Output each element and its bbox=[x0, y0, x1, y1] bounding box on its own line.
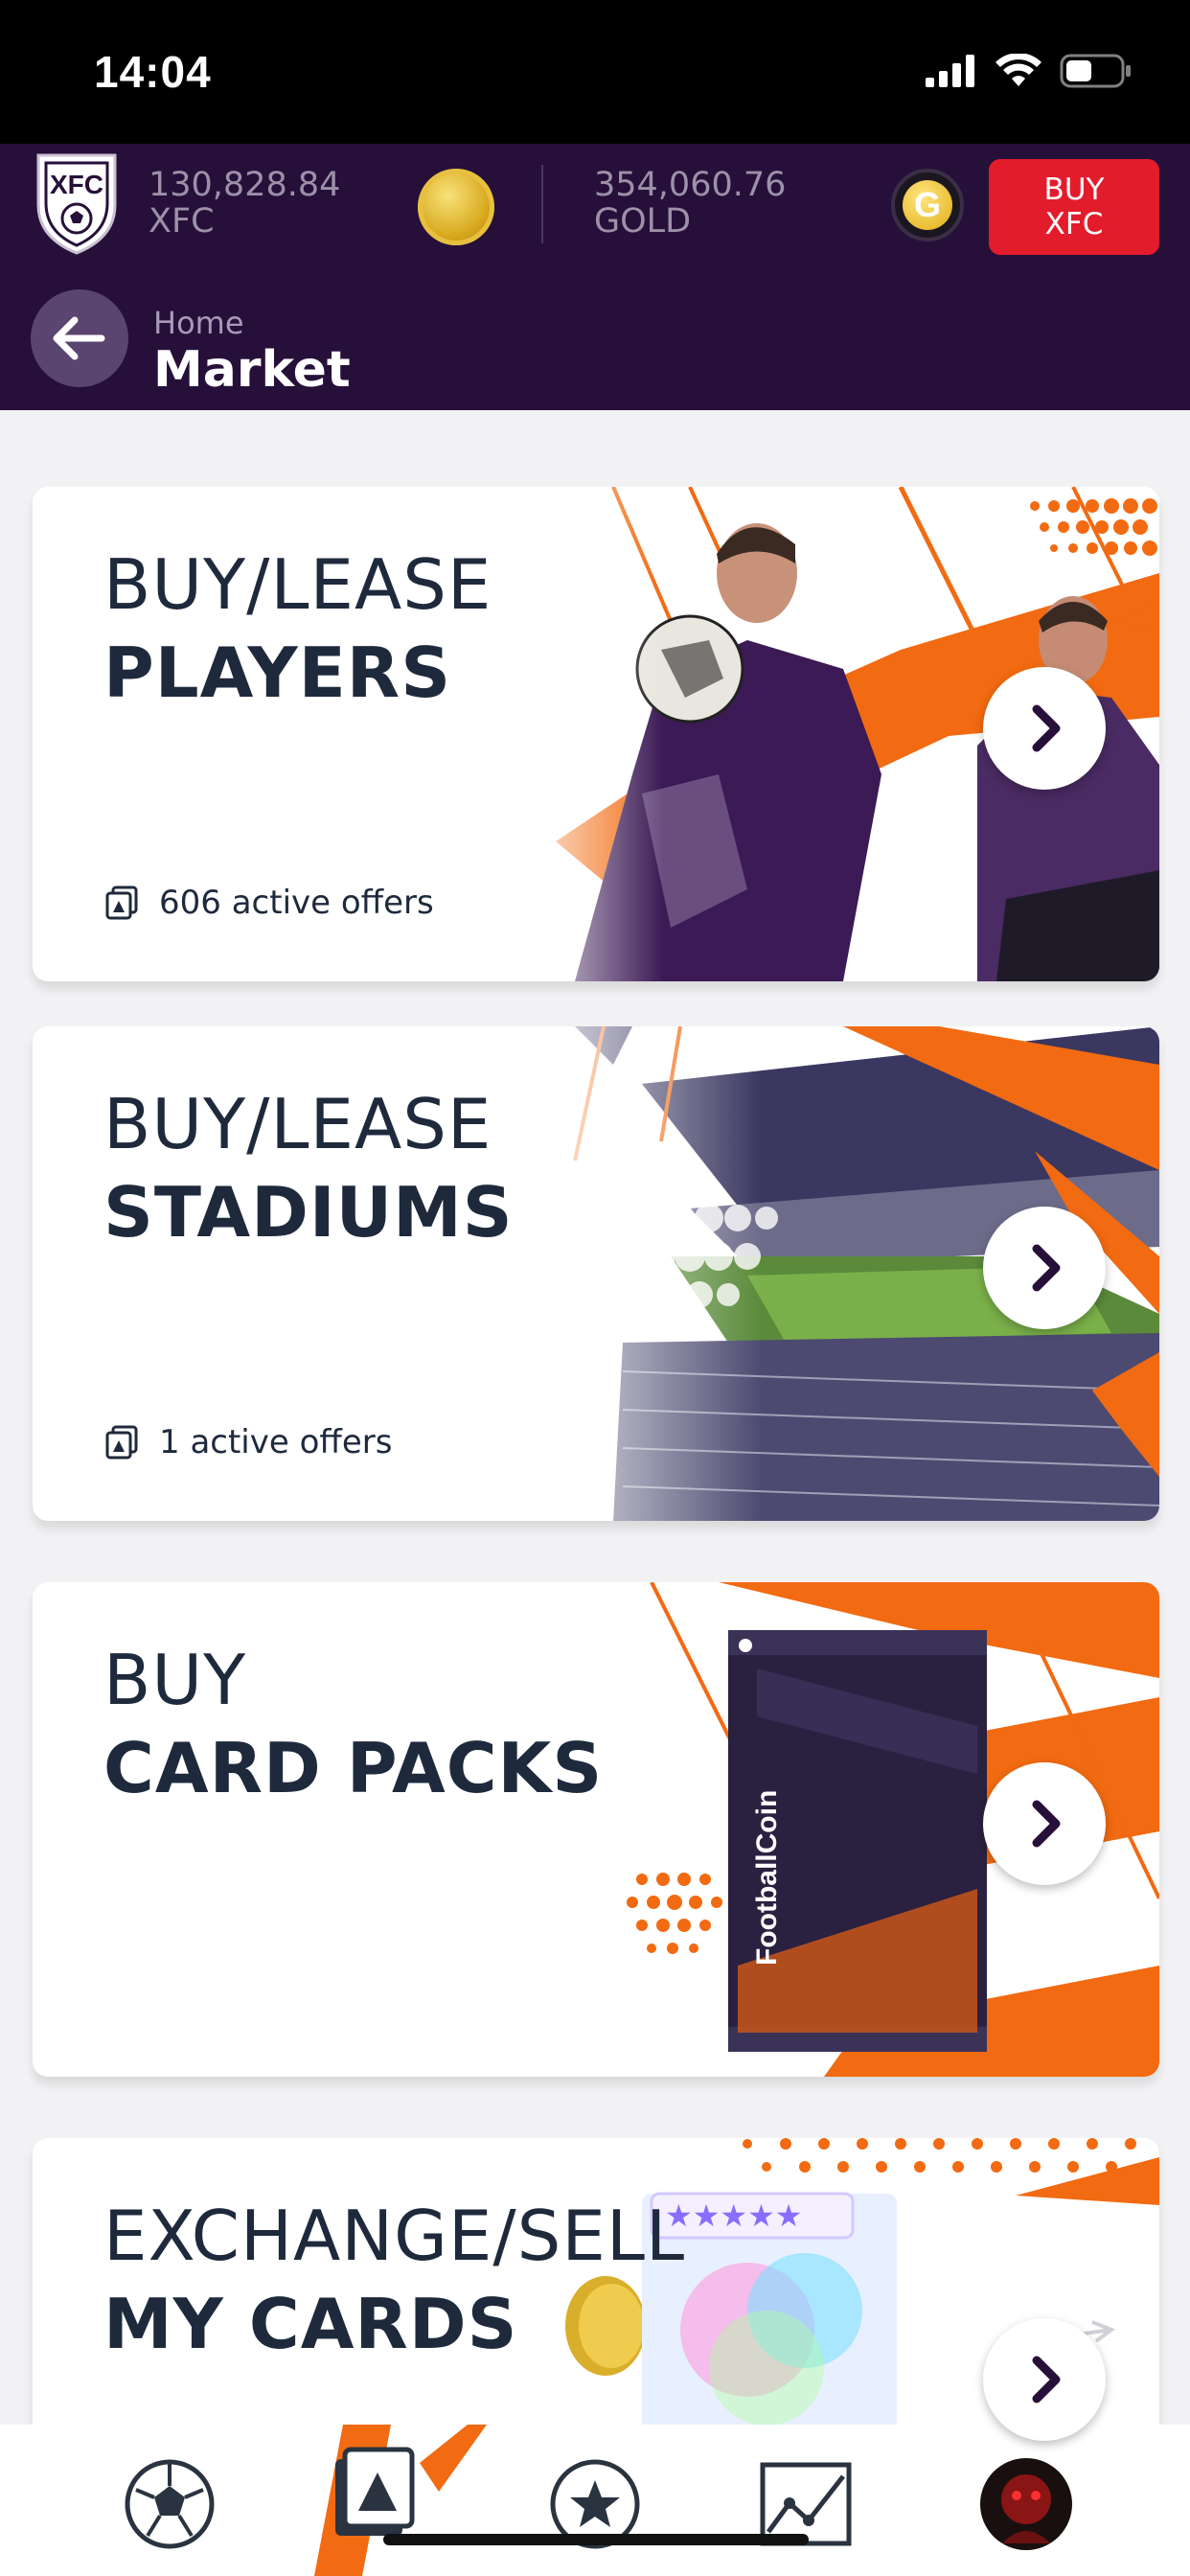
exchange-card-title: EXCHANGE/SELL MY CARDS bbox=[103, 2192, 685, 2368]
market-icon bbox=[314, 2425, 487, 2576]
exchange-card-line2: MY CARDS bbox=[103, 2284, 518, 2364]
players-go-button[interactable] bbox=[983, 667, 1106, 790]
stadiums-offers-count: 1 active offers bbox=[159, 1423, 393, 1461]
players-market-card[interactable]: BUY/LEASE PLAYERS 606 active offers bbox=[33, 487, 1159, 981]
xfc-logo: XFC bbox=[36, 153, 117, 255]
xfc-balance: 130,828.84 XFC bbox=[149, 167, 340, 240]
signal-icon bbox=[926, 55, 974, 87]
home-indicator bbox=[383, 2534, 809, 2545]
stadiums-card-line2: STADIUMS bbox=[103, 1172, 514, 1253]
buy-xfc-button[interactable]: BUY XFC bbox=[989, 159, 1159, 255]
app-header: XFC 130,828.84 XFC 354,060.76 GOLD G BUY… bbox=[0, 144, 1190, 410]
xfc-balance-unit: XFC bbox=[149, 202, 215, 241]
stadiums-go-button[interactable] bbox=[983, 1207, 1106, 1329]
card-packs-card-line2: CARD PACKS bbox=[103, 1728, 604, 1808]
xfc-balance-value: 130,828.84 bbox=[149, 166, 341, 204]
svg-text:FootballCoin: FootballCoin bbox=[751, 1790, 783, 1966]
stadiums-offers: 1 active offers bbox=[103, 1423, 392, 1461]
bottom-navigation bbox=[0, 2425, 1190, 2576]
players-card-line1: BUY/LEASE bbox=[103, 544, 492, 625]
players-card-title: BUY/LEASE PLAYERS bbox=[103, 540, 492, 717]
exchange-card-line1: EXCHANGE/SELL bbox=[103, 2196, 686, 2276]
players-offers: 606 active offers bbox=[103, 884, 434, 922]
soccer-ball-icon bbox=[125, 2459, 215, 2549]
xfc-coin-icon bbox=[418, 169, 494, 245]
card-packs-card-title: BUY CARD PACKS bbox=[103, 1636, 603, 1812]
status-icons bbox=[926, 54, 1133, 88]
card-packs-market-card[interactable]: FootballCoin BUY CARD PACKS bbox=[33, 1582, 1159, 2077]
nav-profile[interactable] bbox=[973, 2451, 1079, 2557]
gold-balance: 354,060.76 GOLD bbox=[594, 167, 786, 240]
buy-xfc-label-2: XFC bbox=[1044, 207, 1104, 242]
arrow-left-icon bbox=[53, 316, 105, 360]
stadiums-card-title: BUY/LEASE STADIUMS bbox=[103, 1080, 514, 1256]
gold-balance-unit: GOLD bbox=[594, 202, 692, 241]
offers-cards-icon bbox=[105, 886, 138, 920]
svg-text:XFC: XFC bbox=[50, 170, 103, 199]
players-offers-count: 606 active offers bbox=[159, 884, 434, 922]
status-time: 14:04 bbox=[94, 47, 212, 97]
chevron-right-icon bbox=[1032, 704, 1061, 752]
chevron-right-icon bbox=[1032, 1800, 1061, 1848]
wifi-icon bbox=[995, 54, 1041, 86]
card-packs-card-line1: BUY bbox=[103, 1640, 247, 1720]
balance-divider bbox=[541, 165, 543, 243]
back-button[interactable] bbox=[31, 289, 128, 387]
buy-xfc-label-1: BUY bbox=[1043, 172, 1105, 207]
page-title: Market bbox=[153, 341, 351, 399]
gold-coin-letter: G bbox=[903, 180, 952, 230]
offers-cards-icon bbox=[105, 1425, 138, 1460]
svg-text:★★★★★: ★★★★★ bbox=[665, 2197, 802, 2234]
nav-market-active[interactable] bbox=[276, 2425, 487, 2576]
breadcrumb[interactable]: Home bbox=[153, 305, 244, 341]
stadiums-card-line1: BUY/LEASE bbox=[103, 1084, 492, 1164]
card-packs-go-button[interactable] bbox=[983, 1762, 1106, 1885]
chevron-right-icon bbox=[1032, 1244, 1061, 1292]
gold-coin-icon: G bbox=[891, 169, 964, 242]
profile-avatar bbox=[980, 2458, 1072, 2550]
status-bar: 14:04 bbox=[0, 0, 1190, 144]
players-card-line2: PLAYERS bbox=[103, 632, 452, 713]
chevron-right-icon bbox=[1032, 2356, 1061, 2404]
exchange-go-button[interactable] bbox=[983, 2318, 1106, 2441]
nav-play[interactable] bbox=[117, 2451, 222, 2557]
gold-balance-value: 354,060.76 bbox=[594, 166, 787, 204]
battery-icon bbox=[1060, 54, 1131, 88]
stadiums-market-card[interactable]: BUY/LEASE STADIUMS 1 active offers bbox=[33, 1026, 1159, 1521]
